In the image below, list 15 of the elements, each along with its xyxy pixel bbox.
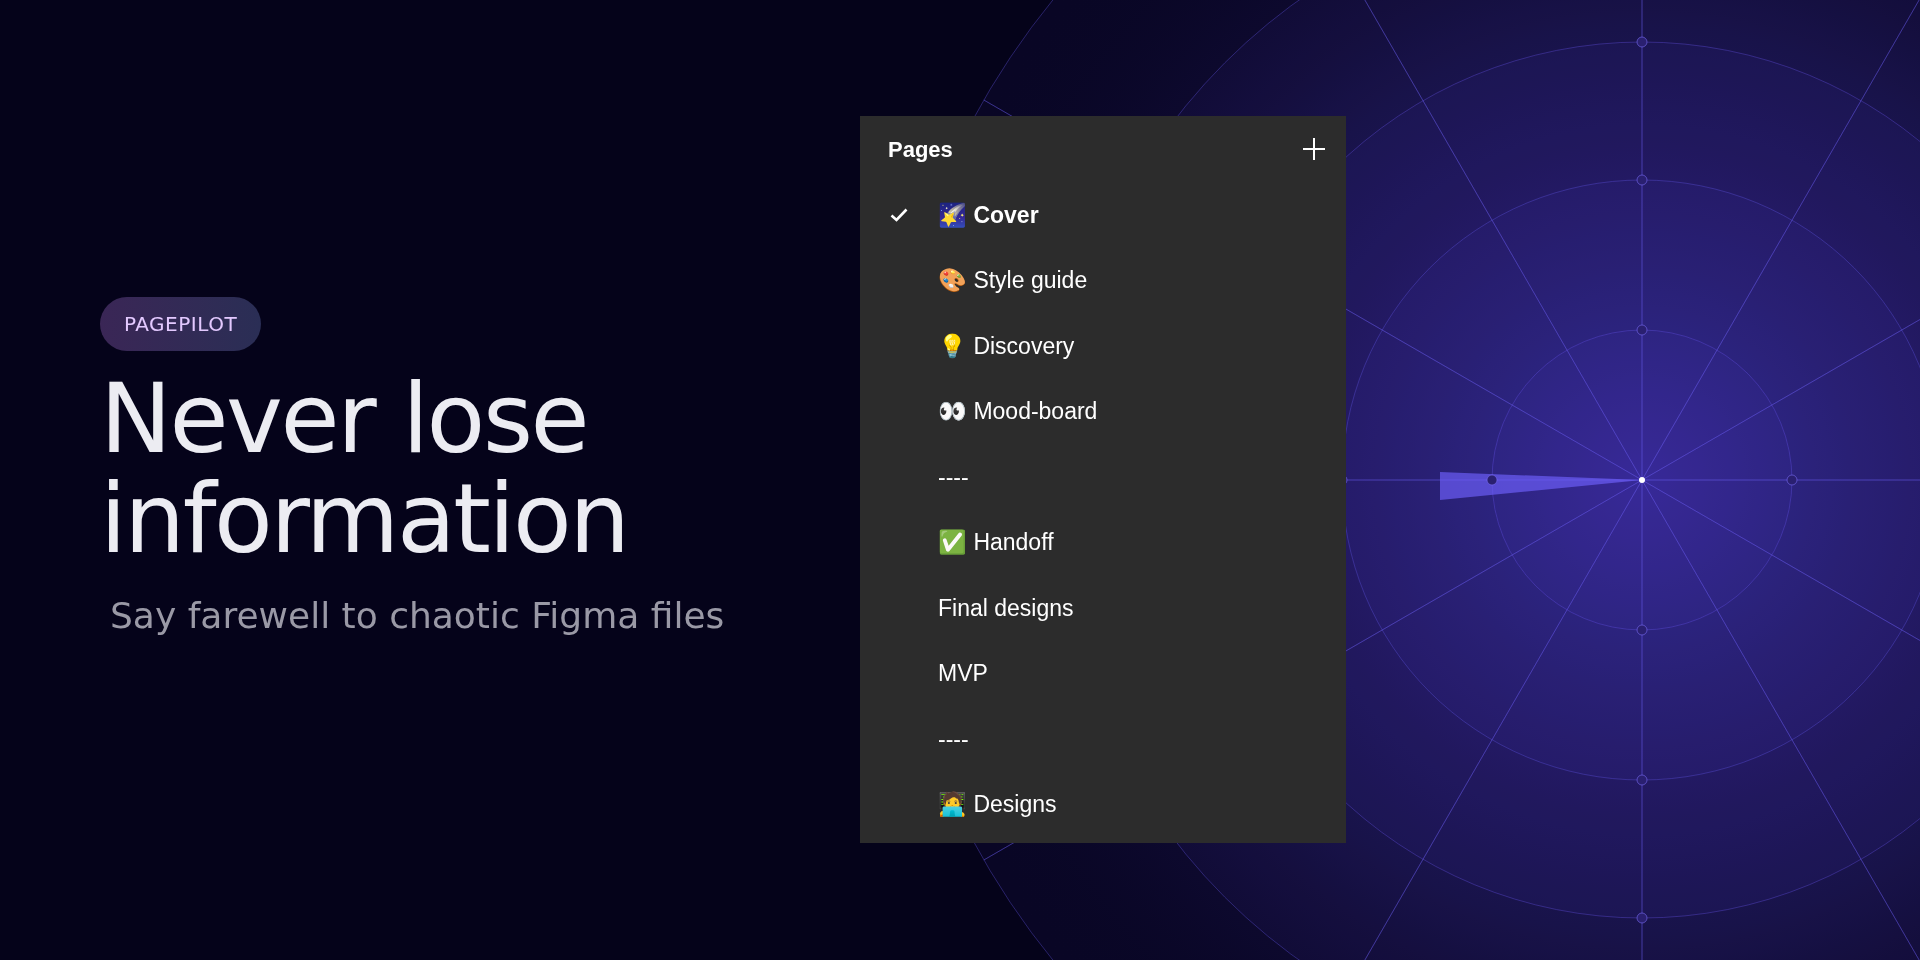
page-item[interactable]: MVP (860, 640, 1346, 706)
page-item[interactable]: 🌠 Cover (860, 182, 1346, 248)
page-item[interactable]: ---- (860, 706, 1346, 772)
subtitle: Say farewell to chaotic Figma files (110, 594, 726, 638)
page-item[interactable]: 💡 Discovery (860, 313, 1346, 379)
plus-icon (1302, 137, 1326, 161)
brand-badge: PAGEPILOT (100, 297, 262, 351)
page-item[interactable]: ---- (860, 444, 1346, 510)
checkmark-icon (890, 207, 908, 222)
page-item[interactable]: 🎨 Style guide (860, 247, 1346, 313)
page-item[interactable]: Final designs (860, 575, 1346, 641)
panel-title: Pages (888, 135, 953, 164)
headline: Never lose information (100, 369, 629, 569)
page-item[interactable]: 🧑‍💻 Designs (860, 771, 1346, 837)
page-item[interactable]: ✅ Handoff (860, 509, 1346, 575)
